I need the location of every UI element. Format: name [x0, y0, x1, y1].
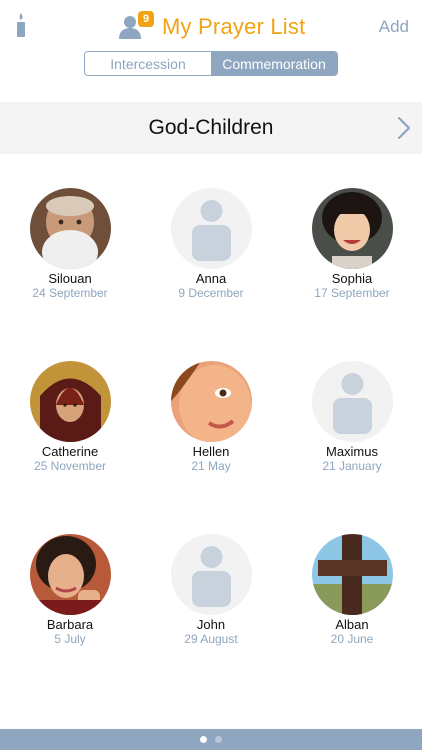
add-button[interactable]: Add	[379, 17, 409, 37]
tab-intercession[interactable]: Intercession	[85, 52, 211, 75]
person-date: 17 September	[314, 286, 390, 300]
person-date: 25 November	[33, 459, 107, 473]
page-dot-1[interactable]	[200, 736, 207, 743]
person-name: Sophia	[331, 271, 373, 286]
person-name: Hellen	[192, 444, 230, 459]
nav-bar: 9 My Prayer List Add	[0, 0, 422, 54]
page-title: My Prayer List	[162, 14, 306, 39]
person-name: Maximus	[325, 444, 378, 459]
avatar-photo-girl-face	[170, 361, 252, 442]
person-name: Silouan	[48, 271, 92, 286]
avatar-photo-young-woman	[29, 534, 111, 615]
person-name: Catherine	[41, 444, 99, 459]
avatar-photo-child-girl	[311, 188, 393, 269]
group-title: God-Children	[148, 116, 274, 139]
person-cell[interactable]: John 29 August	[141, 534, 281, 654]
segmented-control: Intercession Commemoration	[84, 51, 338, 76]
person-cell[interactable]: Maximus 21 January	[282, 361, 422, 481]
person-cell[interactable]: Silouan 24 September	[0, 188, 140, 308]
person-date: 29 August	[184, 632, 238, 646]
avatar-photo-icon-painting	[29, 361, 111, 442]
person-date: 20 June	[330, 632, 374, 646]
person-name: Barbara	[46, 617, 94, 632]
person-cell[interactable]: Barbara 5 July	[0, 534, 140, 654]
avatar-photo-wooden-cross	[311, 534, 393, 615]
person-name: Alban	[335, 617, 369, 632]
person-cell[interactable]: Catherine 25 November	[0, 361, 140, 481]
avatar-placeholder-icon	[170, 534, 252, 615]
person-date: 21 May	[191, 459, 231, 473]
avatar-placeholder-icon	[170, 188, 252, 269]
person-date: 21 January	[322, 459, 382, 473]
avatar-photo-old-man	[29, 188, 111, 269]
person-cell[interactable]: Alban 20 June	[282, 534, 422, 654]
person-date: 5 July	[54, 632, 86, 646]
count-badge: 9	[138, 11, 154, 27]
avatar-placeholder-icon	[311, 361, 393, 442]
person-name: Anna	[195, 271, 227, 286]
page-control	[0, 729, 422, 750]
person-date: 9 December	[178, 286, 244, 300]
person-cell[interactable]: Sophia 17 September	[282, 188, 422, 308]
page-dot-2[interactable]	[215, 736, 222, 743]
people-icon[interactable]: 9	[118, 11, 154, 41]
title-group: 9 My Prayer List	[118, 11, 306, 42]
person-cell[interactable]: Anna 9 December	[141, 188, 281, 308]
group-header[interactable]: God-Children	[0, 102, 422, 154]
person-date: 24 September	[32, 286, 108, 300]
tab-commemoration[interactable]: Commemoration	[211, 52, 337, 75]
chevron-right-icon[interactable]	[396, 116, 412, 140]
person-cell[interactable]: Hellen 21 May	[141, 361, 281, 481]
candle-icon[interactable]	[14, 12, 28, 38]
person-name: John	[196, 617, 226, 632]
